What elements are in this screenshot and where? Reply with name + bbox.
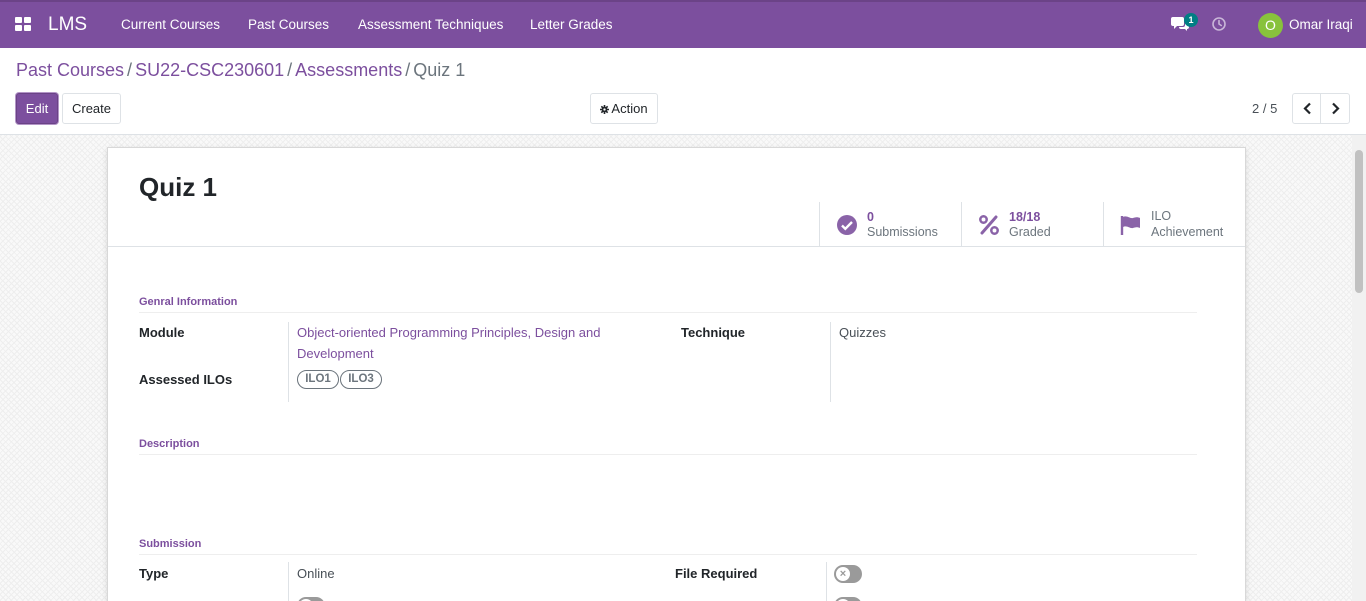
module-label: Module	[139, 325, 185, 340]
percent-icon	[979, 215, 999, 235]
ilo-tag[interactable]: ILO3	[340, 370, 382, 389]
module-link-line1[interactable]: Object-oriented Programming Principles, …	[297, 322, 600, 343]
field-separator	[288, 562, 289, 601]
button-box-divider	[108, 246, 1245, 247]
edit-button[interactable]: Edit	[16, 93, 58, 124]
submissions-count: 0	[867, 210, 874, 224]
activity-clock-icon[interactable]	[1212, 17, 1226, 31]
pager-previous-button[interactable]	[1292, 93, 1321, 124]
create-button[interactable]: Create	[62, 93, 121, 124]
check-circle-icon	[837, 215, 857, 235]
messages-count-badge: 1	[1184, 13, 1198, 27]
menu-past-courses[interactable]: Past Courses	[248, 17, 329, 32]
ilo-label: ILO	[1151, 209, 1172, 223]
section-divider	[139, 454, 1197, 455]
menu-assessment-techniques[interactable]: Assessment Techniques	[358, 17, 503, 32]
app-brand[interactable]: LMS	[48, 14, 87, 36]
field-separator	[288, 322, 289, 402]
breadcrumb: Past Courses / SU22-CSC230601/Assessments /…	[16, 60, 465, 81]
ilo-tag[interactable]: ILO1	[297, 370, 339, 389]
flag-icon	[1120, 216, 1140, 235]
assessed-ilos-label: Assessed ILOs	[139, 372, 233, 387]
scrollbar-thumb[interactable]	[1355, 150, 1363, 293]
section-submission-title: Submission	[139, 538, 202, 550]
file-required-label: File Required	[675, 566, 758, 581]
breadcrumb-current: Quiz 1	[413, 60, 466, 80]
submission-option-toggle[interactable]	[297, 597, 325, 601]
pager-next-button[interactable]	[1320, 93, 1350, 124]
technique-value: Quizzes	[839, 325, 886, 340]
section-description-title: Description	[139, 438, 200, 450]
pager-value[interactable]: 2 / 5	[1252, 101, 1277, 116]
gear-icon	[600, 105, 610, 114]
graded-stat-button[interactable]: 18/18 Graded	[961, 202, 1103, 247]
field-separator	[826, 562, 827, 601]
type-label: Type	[139, 566, 169, 581]
submissions-stat-button[interactable]: 0 Submissions	[819, 202, 961, 247]
breadcrumb-separator: /	[405, 60, 411, 80]
user-avatar[interactable]: O	[1258, 13, 1283, 38]
action-button[interactable]: Action	[590, 93, 658, 124]
graded-count: 18/18	[1009, 210, 1041, 224]
type-value: Online	[297, 566, 335, 581]
section-general-title: Genral Information	[139, 296, 238, 308]
action-label: Action	[611, 101, 648, 116]
form-sheet: Quiz 1 0 Submissions 18/18 Graded ILO Ac…	[107, 147, 1246, 601]
file-required-toggle[interactable]: ×	[834, 565, 862, 583]
chevron-right-icon	[1332, 102, 1340, 115]
breadcrumb-separator: /	[127, 60, 133, 80]
graded-label: Graded	[1009, 225, 1051, 239]
submissions-label: Submissions	[867, 225, 938, 239]
section-divider	[139, 554, 1197, 555]
user-menu[interactable]: Omar Iraqi	[1289, 17, 1353, 32]
module-link-line2[interactable]: Development	[297, 343, 374, 364]
breadcrumb-assessments[interactable]: Assessments	[295, 60, 402, 80]
close-icon: ×	[836, 567, 850, 581]
breadcrumb-past-courses[interactable]: Past Courses	[16, 60, 124, 80]
menu-letter-grades[interactable]: Letter Grades	[530, 17, 613, 32]
chevron-left-icon	[1303, 102, 1311, 115]
submission-option-toggle[interactable]	[834, 597, 862, 601]
top-navbar: LMS Current Courses Past Courses Assessm…	[0, 0, 1366, 48]
section-divider	[139, 312, 1197, 313]
apps-menu-icon[interactable]	[15, 17, 32, 32]
record-title: Quiz 1	[139, 172, 218, 202]
menu-current-courses[interactable]: Current Courses	[121, 17, 220, 32]
achievement-label: Achievement	[1151, 225, 1224, 239]
breadcrumb-separator: /	[287, 60, 293, 80]
field-separator	[830, 322, 831, 402]
breadcrumb-course[interactable]: SU22-CSC230601	[135, 60, 284, 80]
technique-label: Technique	[681, 325, 746, 340]
ilo-achievement-stat-button[interactable]: ILO Achievement	[1103, 202, 1245, 247]
